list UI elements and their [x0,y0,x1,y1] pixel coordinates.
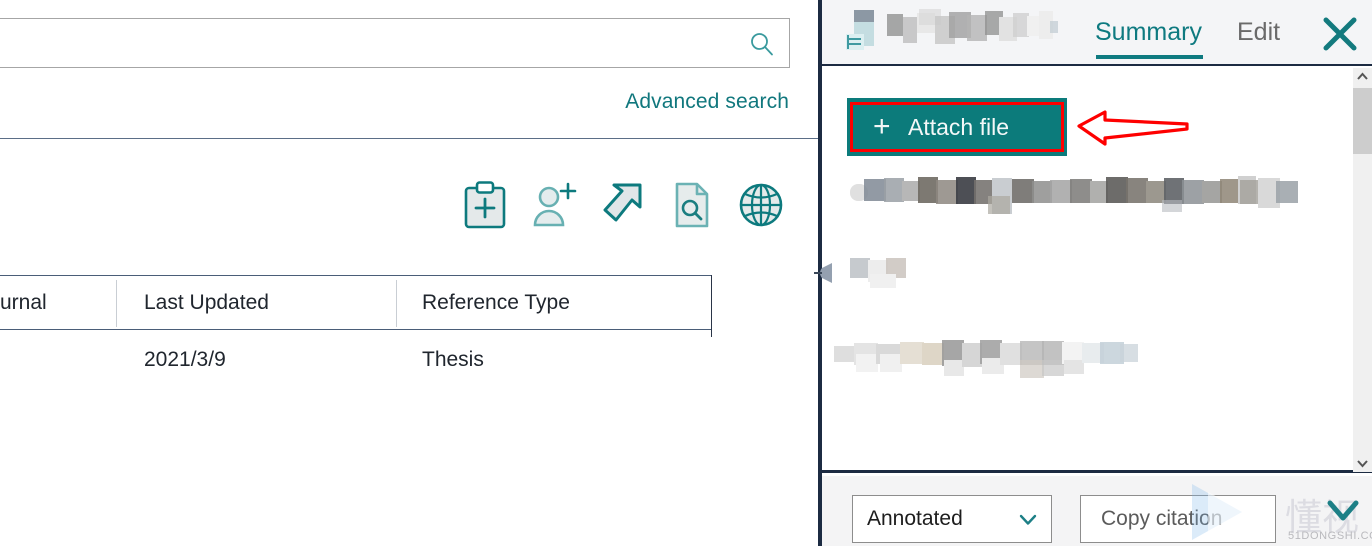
column-header-last-updated[interactable]: Last Updated [144,291,269,315]
column-header-reference-type[interactable]: Reference Type [422,291,570,315]
search-input[interactable] [3,19,727,69]
table-row[interactable]: 2021/3/9 Thesis [0,330,712,394]
library-panel: Advanced search urnal Last Updated Refer… [0,0,818,546]
tab-summary[interactable]: Summary [1095,18,1203,59]
globe-icon[interactable] [738,180,784,230]
reference-field-blurred-3 [834,336,1154,378]
attach-file-label: Attach file [908,113,1009,140]
new-reference-icon[interactable] [462,180,508,230]
close-icon[interactable] [1322,16,1358,52]
plus-icon: + [873,110,891,143]
reference-table: urnal Last Updated Reference Type 2021/3… [0,275,712,394]
endnote-window: Advanced search urnal Last Updated Refer… [0,0,1372,546]
tab-edit[interactable]: Edit [1237,18,1280,47]
detail-panel-footer: Annotated Copy citation [822,476,1372,546]
advanced-search-link[interactable]: Advanced search [625,90,789,114]
scrollbar-thumb[interactable] [1353,88,1372,154]
copy-citation-label: Copy citation [1101,507,1223,530]
detail-panel-scrollbar[interactable] [1353,68,1372,472]
cell-reference-type: Thesis [422,348,484,371]
share-arrow-icon[interactable] [600,180,646,230]
attach-file-button[interactable]: + Attach file [850,102,1064,152]
reference-field-blurred-2 [850,256,930,290]
reference-title-blurred [887,7,1087,55]
find-full-text-icon[interactable] [669,180,715,230]
copy-citation-button[interactable]: Copy citation [1080,495,1276,543]
document-icon [844,4,884,56]
search-icon[interactable] [749,31,775,57]
search-bar[interactable] [0,18,790,69]
toolbar-divider [0,138,818,139]
detail-panel-header: Summary Edit [822,0,1372,66]
reference-toolbar [462,172,802,238]
citation-style-value: Annotated [867,507,963,530]
scroll-up-icon[interactable] [1353,68,1372,86]
add-person-icon[interactable] [531,180,577,230]
table-right-edge [711,275,712,337]
table-header-row: urnal Last Updated Reference Type [0,275,712,330]
detail-panel-body: + Attach file [822,66,1372,473]
column-separator [116,280,117,327]
reference-field-blurred-1 [850,174,1320,214]
column-separator [396,280,397,327]
column-header-journal[interactable]: urnal [0,291,47,315]
panel-collapse-handle[interactable] [814,258,834,288]
cell-last-updated: 2021/3/9 [144,348,226,371]
citation-style-select[interactable]: Annotated [852,495,1052,543]
chevron-down-icon[interactable] [1019,513,1037,525]
scroll-down-icon[interactable] [1353,454,1372,472]
reference-detail-panel: Summary Edit + Attach file Annotated Cop… [822,0,1372,546]
